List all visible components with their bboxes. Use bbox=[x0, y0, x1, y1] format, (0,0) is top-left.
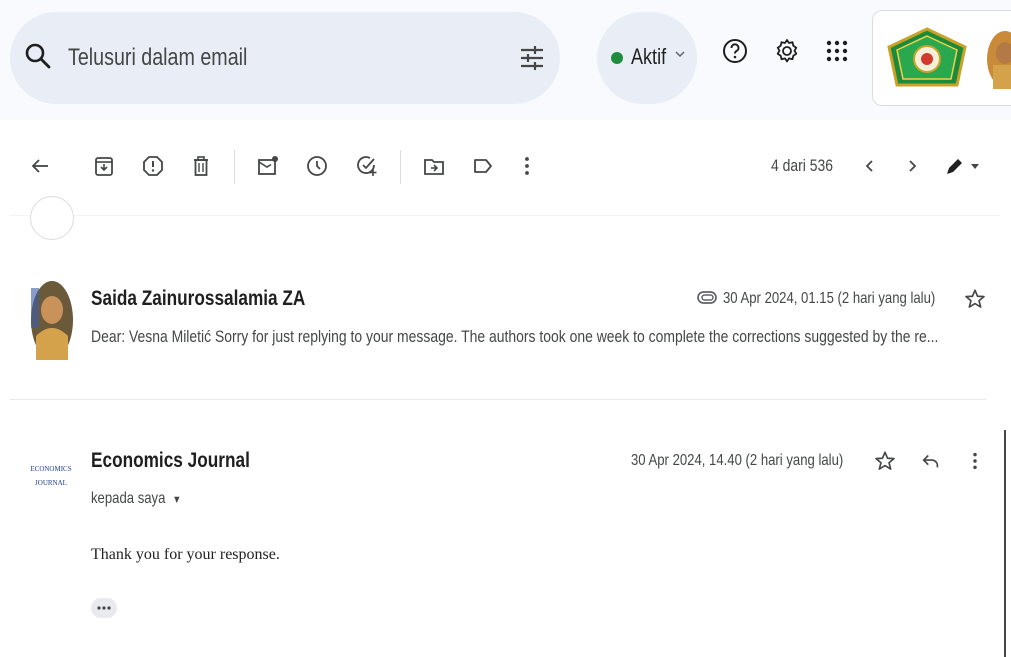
gear-icon[interactable] bbox=[774, 38, 800, 64]
message-sender[interactable]: Saida Zainurossalamia ZA bbox=[91, 287, 305, 311]
page-count: 4 dari 536 bbox=[771, 156, 834, 175]
message-date: 30 Apr 2024, 14.40 (2 hari yang lalu) bbox=[631, 452, 844, 469]
chevron-down-icon bbox=[674, 48, 686, 60]
archive-icon[interactable] bbox=[92, 154, 116, 178]
star-icon[interactable] bbox=[874, 450, 896, 472]
more-vert-icon[interactable] bbox=[964, 450, 986, 472]
toolbar-divider bbox=[234, 150, 235, 184]
scrollbar[interactable] bbox=[1004, 430, 1006, 657]
message-body: Thank you for your response. bbox=[91, 546, 280, 563]
attachment-icon bbox=[697, 290, 717, 306]
recipient-details[interactable]: kepada saya ▼ bbox=[91, 490, 181, 508]
tune-icon[interactable] bbox=[518, 44, 546, 72]
avatar[interactable] bbox=[979, 29, 1011, 89]
help-icon[interactable] bbox=[722, 38, 748, 64]
input-tools-pen-icon[interactable] bbox=[941, 154, 981, 178]
caret-down-icon[interactable]: ▼ bbox=[172, 494, 181, 506]
apps-grid-icon[interactable] bbox=[824, 38, 850, 64]
avatar[interactable] bbox=[30, 280, 74, 360]
journal-logo: ECONOMICS JOURNAL bbox=[28, 462, 74, 490]
logo-text: ECONOMICS bbox=[30, 465, 72, 473]
clock-icon[interactable] bbox=[305, 154, 329, 178]
collapsed-message-avatar[interactable] bbox=[30, 196, 74, 240]
message-snippet[interactable]: Dear: Vesna Miletić Sorry for just reply… bbox=[91, 327, 938, 347]
search-input[interactable] bbox=[68, 38, 413, 78]
logo-text: JOURNAL bbox=[35, 479, 67, 487]
label-icon[interactable] bbox=[471, 154, 495, 178]
mark-unread-icon[interactable] bbox=[256, 154, 280, 178]
move-to-icon[interactable] bbox=[422, 154, 446, 178]
chevron-left-icon[interactable] bbox=[858, 154, 882, 178]
search-bar[interactable] bbox=[10, 12, 560, 104]
ellipsis-icon bbox=[97, 606, 111, 610]
recipient-label: kepada saya bbox=[91, 490, 166, 507]
add-task-icon[interactable] bbox=[355, 154, 379, 178]
search-icon[interactable] bbox=[24, 42, 52, 70]
toolbar-divider-line bbox=[10, 215, 1000, 216]
message-toolbar: 4 dari 536 bbox=[0, 120, 1011, 216]
reply-icon[interactable] bbox=[920, 450, 942, 472]
show-trimmed-content-button[interactable] bbox=[91, 598, 117, 618]
message-date: 30 Apr 2024, 01.15 (2 hari yang lalu) bbox=[723, 290, 936, 307]
message-sender[interactable]: Economics Journal bbox=[91, 449, 250, 473]
institution-logo bbox=[887, 27, 967, 89]
report-spam-icon[interactable] bbox=[141, 154, 165, 178]
toolbar-divider bbox=[400, 150, 401, 184]
chevron-right-icon[interactable] bbox=[900, 154, 924, 178]
status-dropdown[interactable]: Aktif bbox=[597, 12, 697, 104]
status-dot bbox=[611, 52, 623, 64]
message-divider bbox=[10, 399, 986, 400]
status-label: Aktif bbox=[631, 44, 667, 69]
account-area[interactable] bbox=[872, 10, 1011, 106]
star-icon[interactable] bbox=[964, 288, 986, 310]
more-vert-icon[interactable] bbox=[515, 154, 539, 178]
trash-icon[interactable] bbox=[189, 154, 213, 178]
arrow-back-icon[interactable] bbox=[28, 154, 52, 178]
